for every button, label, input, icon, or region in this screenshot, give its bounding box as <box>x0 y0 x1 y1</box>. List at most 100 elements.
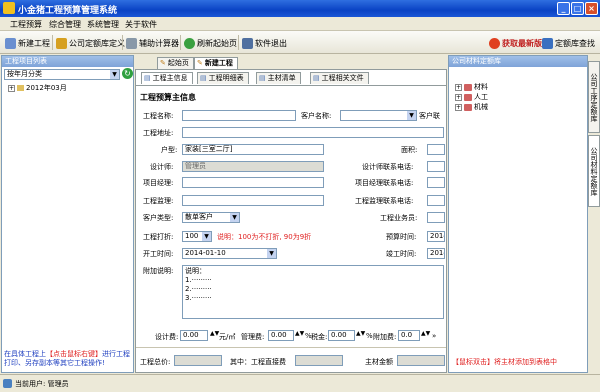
customer-type-label: 客户类型: <box>143 214 174 222</box>
extra-fee-input[interactable]: 0.0 <box>398 330 420 341</box>
material-quota-header: 公司材料定额库 <box>449 56 587 67</box>
total-value <box>174 355 222 366</box>
menu-bar: 工程预算 综合管理 系统管理 关于软件 <box>0 17 600 31</box>
maximize-button[interactable]: □ <box>571 2 584 15</box>
supervisor-phone-input[interactable] <box>427 195 445 206</box>
new-project-button[interactable]: 新建工程 <box>5 36 50 50</box>
mgmt-fee-spin[interactable]: ▲▼ <box>295 330 304 337</box>
start-time-label: 开工时间: <box>143 250 174 258</box>
edit-icon: ✎ <box>197 59 203 67</box>
supervisor-input[interactable] <box>182 195 324 206</box>
table-icon: ▤ <box>200 74 207 82</box>
quota-search-button[interactable]: 定额库查找 <box>542 36 595 50</box>
refresh-icon <box>184 37 195 49</box>
close-button[interactable]: × <box>585 2 598 15</box>
tree-item-machinery[interactable]: + 机械 <box>455 102 488 112</box>
budget-time-input[interactable]: 2014 <box>427 231 445 242</box>
expand-icon: + <box>455 93 462 101</box>
material-amount-value <box>397 355 445 366</box>
category-icon <box>464 103 472 111</box>
discount-select[interactable]: 100 ▼ <box>182 231 212 242</box>
new-doc-icon <box>5 37 16 49</box>
designer-label: 设计师: <box>150 163 174 171</box>
more-arrow-icon[interactable]: » <box>432 332 436 340</box>
design-fee-input[interactable]: 0.00 <box>180 330 208 341</box>
menu-about[interactable]: 关于软件 <box>125 19 157 30</box>
tab-new-project[interactable]: ✎ 新建工程 <box>194 57 238 69</box>
budget-time-label: 预算时间: <box>386 233 417 241</box>
project-name-label: 工程名称: <box>143 112 174 120</box>
tax-spin[interactable]: ▲▼ <box>356 330 365 337</box>
tree-item-material[interactable]: + 材料 <box>455 82 488 92</box>
company-quota-button[interactable]: 公司定额库定义 <box>56 36 125 50</box>
salesman-label: 工程业务员: <box>380 214 418 222</box>
tab-process-quota[interactable]: 公司工序定额库 <box>588 61 600 133</box>
mgmt-fee-input[interactable]: 0.00 <box>268 330 294 341</box>
home-icon: ✎ <box>160 59 166 67</box>
minimize-button[interactable]: _ <box>557 2 570 15</box>
folder-icon <box>17 85 24 91</box>
house-type-label: 户型: <box>161 146 178 154</box>
tab-home[interactable]: ✎ 起始页 <box>157 57 194 69</box>
main-area: ✎ 起始页 ✎ 新建工程 ▤ 工程主信息 ▤ 工程明细表 ▤ 主材清单 ▤ 工程相关文件 工… <box>135 55 447 373</box>
get-latest-button[interactable]: 获取最新版 <box>489 36 542 50</box>
designer-input[interactable]: 管理员 <box>182 161 324 172</box>
left-tip: 在具体工程上【点击鼠标右键】进行工程打印、另存副本等其它工程操作! <box>4 350 130 367</box>
exit-button[interactable]: 软件退出 <box>242 36 287 50</box>
menu-system[interactable]: 系统管理 <box>87 19 119 30</box>
side-tabs: 公司工序定额库 公司材料定额库 <box>588 55 600 373</box>
chevron-down-icon: ▼ <box>230 213 239 222</box>
tab-material-quota[interactable]: 公司材料定额库 <box>588 135 600 207</box>
chevron-down-icon: ▼ <box>267 249 276 258</box>
tax-input[interactable]: 0.00 <box>328 330 355 341</box>
manager-phone-input[interactable] <box>427 177 445 188</box>
exit-icon <box>242 37 253 49</box>
refresh-list-icon[interactable]: ↻ <box>122 68 133 79</box>
filter-select[interactable]: 按年月分类 ▼ <box>4 69 120 80</box>
finish-time-label: 竣工时间: <box>386 250 417 258</box>
project-list-header: 工程项目列表 <box>2 56 133 67</box>
customer-name-select[interactable]: ▼ <box>340 110 417 121</box>
extra-fee-spin[interactable]: ▲▼ <box>421 330 430 337</box>
project-name-input[interactable] <box>182 110 296 121</box>
current-user: 当前用户: 管理员 <box>15 380 69 388</box>
list-icon: ▤ <box>259 74 266 82</box>
finish-time-input[interactable]: 2014 <box>427 248 445 259</box>
designer-phone-input[interactable] <box>427 161 445 172</box>
subtab-main-info[interactable]: ▤ 工程主信息 <box>141 72 193 84</box>
subtab-details[interactable]: ▤ 工程明细表 <box>197 72 249 84</box>
manager-input[interactable] <box>182 177 324 188</box>
start-time-picker[interactable]: 2014-01-10 ▼ <box>182 248 277 259</box>
customer-type-select[interactable]: 散单客户 ▼ <box>182 212 240 223</box>
house-type-input[interactable]: 家装[三室二厅] <box>182 144 324 155</box>
manager-label: 项目经理: <box>143 179 174 187</box>
book-icon <box>56 37 67 49</box>
subtab-files[interactable]: ▤ 工程相关文件 <box>310 72 369 84</box>
calculator-icon <box>126 37 137 49</box>
customer-name-label: 客户名称: <box>301 112 332 120</box>
material-amount-label: 主材金额 <box>365 358 393 366</box>
status-bar: 当前用户: 管理员 <box>0 374 600 392</box>
calculator-button[interactable]: 辅助计算器 <box>126 36 179 50</box>
expand-icon: + <box>455 83 462 91</box>
supervisor-label: 工程监理: <box>143 197 174 205</box>
chevron-down-icon: ▼ <box>407 111 416 120</box>
design-fee-spin[interactable]: ▲▼ <box>210 330 219 337</box>
expand-icon: + <box>8 84 15 92</box>
file-icon: ▤ <box>313 74 320 82</box>
address-input[interactable] <box>182 127 444 138</box>
salesman-input[interactable] <box>427 212 445 223</box>
notes-textarea[interactable]: 说明： 1.········· 2.········· 3.········· <box>182 265 444 319</box>
menu-budget[interactable]: 工程预算 <box>10 19 42 30</box>
designer-phone-label: 设计师联系电话: <box>362 163 414 171</box>
extra-fee-label: 附加费: <box>373 333 397 341</box>
area-input[interactable] <box>427 144 445 155</box>
app-icon <box>3 2 15 14</box>
subtab-materials[interactable]: ▤ 主材清单 <box>256 72 301 84</box>
menu-general[interactable]: 综合管理 <box>49 19 81 30</box>
tree-item-labor[interactable]: + 人工 <box>455 92 488 102</box>
refresh-home-button[interactable]: 刷新起始页 <box>184 36 237 50</box>
customer-contact-label: 客户联 <box>419 112 440 120</box>
tree-item-month[interactable]: + 2012年03月 <box>8 83 67 93</box>
total-label: 工程总价: <box>140 358 171 366</box>
